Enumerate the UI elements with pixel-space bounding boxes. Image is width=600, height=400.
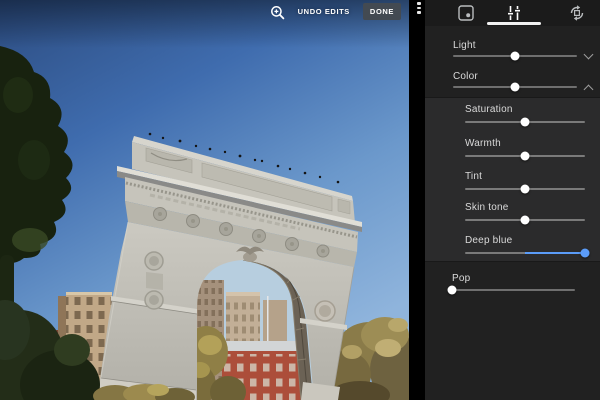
slider-label: Saturation bbox=[465, 104, 513, 115]
saturation-slider-handle[interactable] bbox=[521, 118, 530, 127]
slider-label: Warmth bbox=[465, 138, 501, 149]
slider-row-saturation: Saturation bbox=[465, 104, 585, 132]
slider-label: Light bbox=[453, 40, 476, 51]
panel-tab-bar bbox=[425, 0, 600, 26]
chevron-down-icon[interactable] bbox=[584, 50, 592, 58]
zoom-in-icon[interactable] bbox=[269, 4, 285, 20]
slider-row-pop: Pop bbox=[452, 273, 575, 301]
tint-slider-track[interactable] bbox=[465, 188, 585, 190]
slider-label: Skin tone bbox=[465, 202, 509, 213]
done-button[interactable]: DONE bbox=[363, 3, 401, 20]
photo-canvas[interactable]: UNDO EDITS DONE bbox=[0, 0, 409, 400]
color-subpanel: Saturation Warmth Tint bbox=[425, 97, 600, 262]
color-slider-handle[interactable] bbox=[511, 83, 520, 92]
photo-editor-window: UNDO EDITS DONE bbox=[0, 0, 600, 400]
pop-slider-track[interactable] bbox=[452, 289, 575, 291]
slider-row-deep-blue: Deep blue bbox=[465, 235, 585, 263]
washington-arch-photo bbox=[0, 0, 409, 400]
slider-label: Pop bbox=[452, 273, 470, 284]
pop-slider-handle[interactable] bbox=[448, 286, 457, 295]
tint-slider-handle[interactable] bbox=[521, 185, 530, 194]
tune-sliders-icon bbox=[504, 3, 524, 23]
warmth-slider-track[interactable] bbox=[465, 155, 585, 157]
slider-fill bbox=[525, 252, 585, 254]
skin-tone-slider-handle[interactable] bbox=[521, 216, 530, 225]
deep-blue-slider-handle[interactable] bbox=[581, 249, 590, 258]
warmth-slider-handle[interactable] bbox=[521, 152, 530, 161]
saturation-slider-track[interactable] bbox=[465, 121, 585, 123]
slider-row-warmth: Warmth bbox=[465, 138, 585, 166]
slider-row-tint: Tint bbox=[465, 171, 585, 199]
photo-toolbar: UNDO EDITS DONE bbox=[0, 2, 409, 21]
chevron-up-icon[interactable] bbox=[584, 85, 592, 93]
photo-panel-divider bbox=[409, 0, 425, 400]
light-slider-track[interactable] bbox=[453, 55, 577, 57]
undo-edits-button[interactable]: UNDO EDITS bbox=[298, 7, 350, 16]
light-slider-handle[interactable] bbox=[511, 52, 520, 61]
tab-crop-rotate[interactable] bbox=[565, 3, 589, 23]
tab-filters[interactable] bbox=[454, 3, 478, 23]
panel-scrollbar-dots[interactable] bbox=[417, 2, 421, 16]
slider-label: Tint bbox=[465, 171, 482, 182]
color-slider-track[interactable] bbox=[453, 86, 577, 88]
skin-tone-slider-track[interactable] bbox=[465, 219, 585, 221]
photo-filter-icon bbox=[456, 3, 476, 23]
slider-row-light: Light bbox=[453, 40, 600, 66]
slider-row-skin-tone: Skin tone bbox=[465, 202, 585, 230]
tab-adjust[interactable] bbox=[502, 3, 526, 23]
slider-label: Color bbox=[453, 71, 478, 82]
slider-label: Deep blue bbox=[465, 235, 512, 246]
edit-panel: Light Color Saturation bbox=[425, 0, 600, 400]
slider-row-color: Color bbox=[453, 71, 600, 97]
deep-blue-slider-track[interactable] bbox=[465, 252, 585, 254]
crop-rotate-icon bbox=[567, 3, 587, 23]
active-tab-underline bbox=[487, 22, 541, 25]
